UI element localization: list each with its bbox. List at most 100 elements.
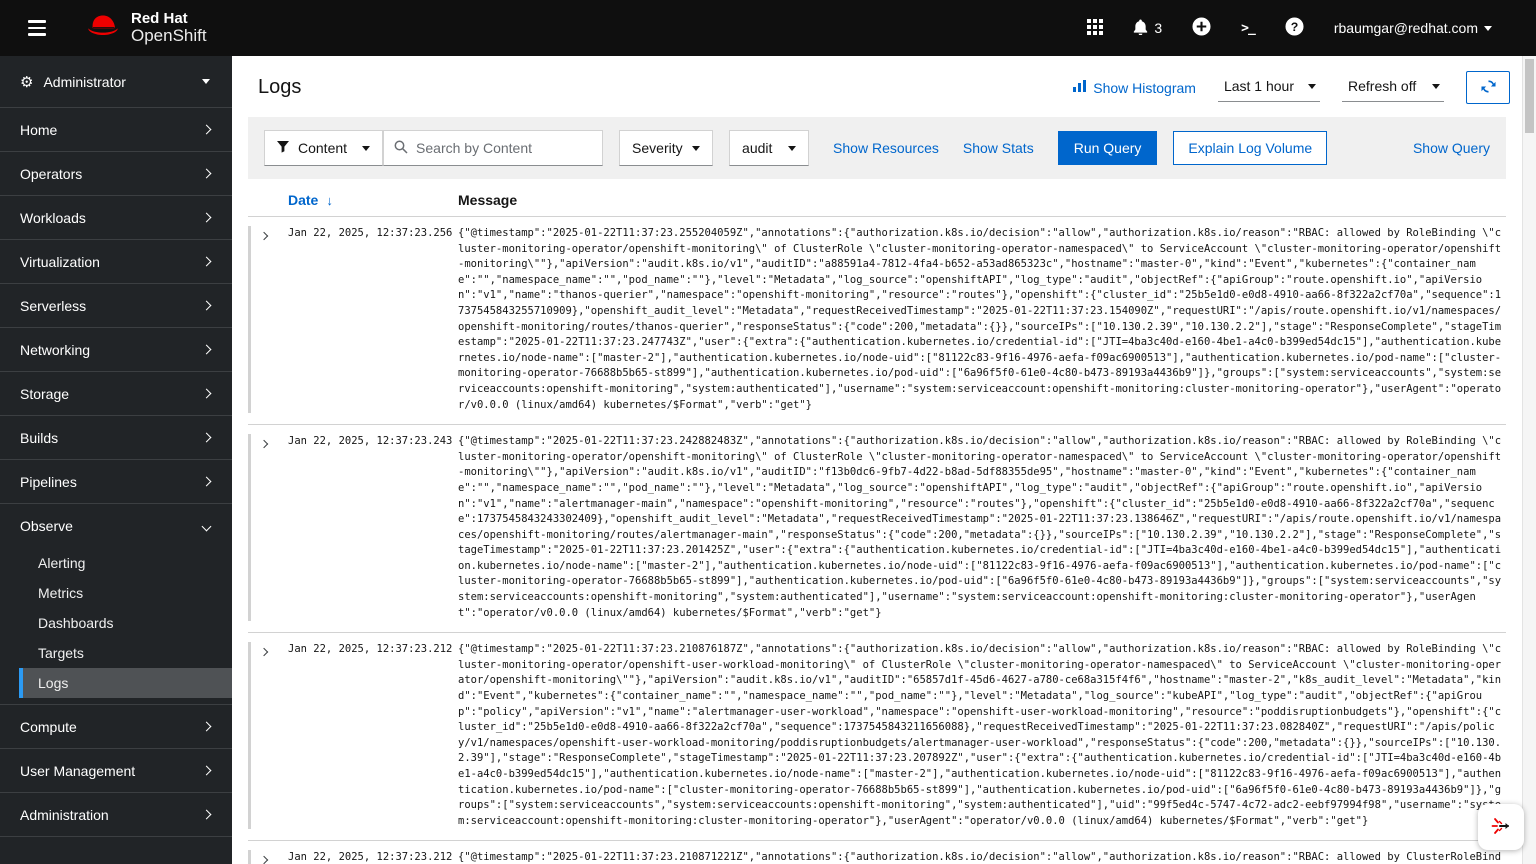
brand-line1: Red Hat (131, 10, 188, 28)
sidebar-item-storage[interactable]: Storage (0, 372, 232, 416)
perspective-switcher[interactable]: ⚙ Administrator (0, 56, 232, 108)
sidebar-item-dashboards[interactable]: Dashboards (19, 608, 232, 638)
vertical-scrollbar[interactable] (1522, 56, 1536, 864)
expand-row-icon[interactable] (259, 856, 269, 864)
table-header: Date ↓ Message (248, 179, 1506, 217)
gears-icon: ⚙ (20, 73, 34, 91)
chevron-right-icon (201, 721, 212, 732)
sidebar-item-operators[interactable]: Operators (0, 152, 232, 196)
perspective-label: Administrator (43, 73, 126, 90)
caret-down-icon (362, 145, 371, 151)
app-launcher-button[interactable] (1087, 18, 1104, 38)
page-header: Logs Show Histogram Last 1 hour Refresh … (232, 56, 1522, 117)
log-row[interactable]: Jan 22, 2025, 12:37:23.212 {"@timestamp"… (248, 841, 1506, 864)
sidebar-item-logs[interactable]: Logs (19, 668, 232, 698)
sidebar-item-builds[interactable]: Builds (0, 416, 232, 460)
caret-down-icon (1484, 25, 1492, 31)
add-button[interactable] (1192, 17, 1211, 39)
log-row[interactable]: Jan 22, 2025, 12:37:23.256 {"@timestamp"… (248, 217, 1506, 426)
sidebar-item-user-management[interactable]: User Management (0, 749, 232, 793)
log-table: Date ↓ Message Jan 22, 2025, 12:37:23.25… (248, 179, 1506, 864)
svg-text:?: ? (1291, 20, 1299, 34)
expand-row-icon[interactable] (259, 648, 269, 657)
log-date: Jan 22, 2025, 12:37:23.256 (288, 227, 453, 239)
time-range-select[interactable]: Last 1 hour (1217, 73, 1320, 102)
query-toolbar: Content Severity audit Show Resources Sh… (248, 117, 1506, 179)
caret-down-icon (1432, 83, 1440, 89)
log-message: {"@timestamp":"2025-01-22T11:37:23.21087… (458, 643, 1502, 827)
sidebar: ⚙ Administrator Home Operators Workloads… (0, 56, 232, 864)
show-query-link[interactable]: Show Query (1413, 140, 1490, 156)
terminal-button[interactable]: >_ (1241, 20, 1256, 36)
search-box (383, 130, 604, 166)
refresh-button[interactable] (1466, 71, 1510, 104)
log-row[interactable]: Jan 22, 2025, 12:37:23.212 {"@timestamp"… (248, 633, 1506, 842)
chevron-down-icon (201, 521, 212, 531)
terminal-icon: >_ (1241, 20, 1256, 36)
run-query-button[interactable]: Run Query (1057, 131, 1158, 165)
redhat-fedora-icon (84, 12, 122, 44)
spark-arrow-icon (1489, 814, 1513, 841)
sidebar-item-compute[interactable]: Compute (0, 705, 232, 749)
filter-icon (277, 140, 289, 156)
grid-icon (1087, 18, 1104, 38)
sidebar-item-workloads[interactable]: Workloads (0, 196, 232, 240)
show-resources-link[interactable]: Show Resources (833, 140, 939, 156)
guided-tour-button[interactable] (1478, 804, 1524, 850)
expand-row-icon[interactable] (259, 439, 269, 449)
sidebar-item-observe[interactable]: Observe (0, 504, 232, 548)
content-filter-dropdown[interactable]: Content (264, 130, 384, 166)
search-icon (394, 140, 408, 157)
chevron-right-icon (201, 344, 212, 355)
notification-count: 3 (1154, 20, 1163, 36)
show-histogram-link[interactable]: Show Histogram (1073, 79, 1196, 96)
show-stats-link[interactable]: Show Stats (963, 140, 1034, 156)
search-input[interactable] (416, 140, 593, 156)
sidebar-item-targets[interactable]: Targets (19, 638, 232, 668)
log-date: Jan 22, 2025, 12:37:23.212 (288, 643, 453, 656)
log-message: {"@timestamp":"2025-01-22T11:37:23.24288… (458, 435, 1502, 619)
chevron-right-icon (201, 124, 212, 135)
user-email: rbaumgar@redhat.com (1333, 20, 1478, 36)
explain-log-volume-button[interactable]: Explain Log Volume (1173, 131, 1328, 165)
sidebar-item-metrics[interactable]: Metrics (19, 578, 232, 608)
help-button[interactable]: ? (1285, 17, 1304, 39)
notifications-button[interactable]: 3 (1133, 19, 1162, 38)
message-column-header: Message (458, 192, 518, 208)
sidebar-item-virtualization[interactable]: Virtualization (0, 240, 232, 284)
date-column-header[interactable]: Date ↓ (288, 192, 333, 208)
sync-icon (1480, 79, 1496, 97)
log-date: Jan 22, 2025, 12:37:23.243 (288, 435, 453, 448)
caret-down-icon (1308, 83, 1316, 89)
expand-row-icon[interactable] (259, 231, 269, 241)
log-date: Jan 22, 2025, 12:37:23.212 (288, 851, 453, 864)
sidebar-item-networking[interactable]: Networking (0, 328, 232, 372)
question-circle-icon: ? (1285, 17, 1304, 39)
histogram-icon (1073, 79, 1087, 96)
sort-descending-icon: ↓ (326, 192, 333, 208)
chevron-right-icon (201, 256, 212, 267)
chevron-right-icon (201, 300, 212, 311)
sidebar-item-alerting[interactable]: Alerting (19, 548, 232, 578)
sidebar-item-home[interactable]: Home (0, 108, 232, 152)
sidebar-item-pipelines[interactable]: Pipelines (0, 460, 232, 504)
chevron-right-icon (201, 168, 212, 179)
user-menu-button[interactable]: rbaumgar@redhat.com (1334, 20, 1492, 36)
sidebar-item-serverless[interactable]: Serverless (0, 284, 232, 328)
bell-icon (1133, 19, 1148, 38)
observe-subnav: Alerting Metrics Dashboards Targets Logs (0, 548, 232, 705)
page-title: Logs (258, 76, 302, 98)
chevron-right-icon (201, 476, 212, 487)
caret-down-icon (692, 145, 701, 151)
log-message: {"@timestamp":"2025-01-22T11:37:23.21087… (458, 851, 1502, 864)
nav-toggle-button[interactable] (22, 14, 52, 42)
scrollbar-thumb[interactable] (1525, 59, 1534, 133)
severity-dropdown[interactable]: Severity (619, 130, 714, 166)
caret-down-icon (788, 145, 797, 151)
sidebar-item-administration[interactable]: Administration (0, 793, 232, 837)
log-row[interactable]: Jan 22, 2025, 12:37:23.243 {"@timestamp"… (248, 425, 1506, 634)
chevron-right-icon (201, 432, 212, 443)
refresh-interval-select[interactable]: Refresh off (1342, 73, 1444, 102)
brand-line2: OpenShift (131, 25, 207, 45)
tenant-dropdown[interactable]: audit (729, 130, 810, 166)
